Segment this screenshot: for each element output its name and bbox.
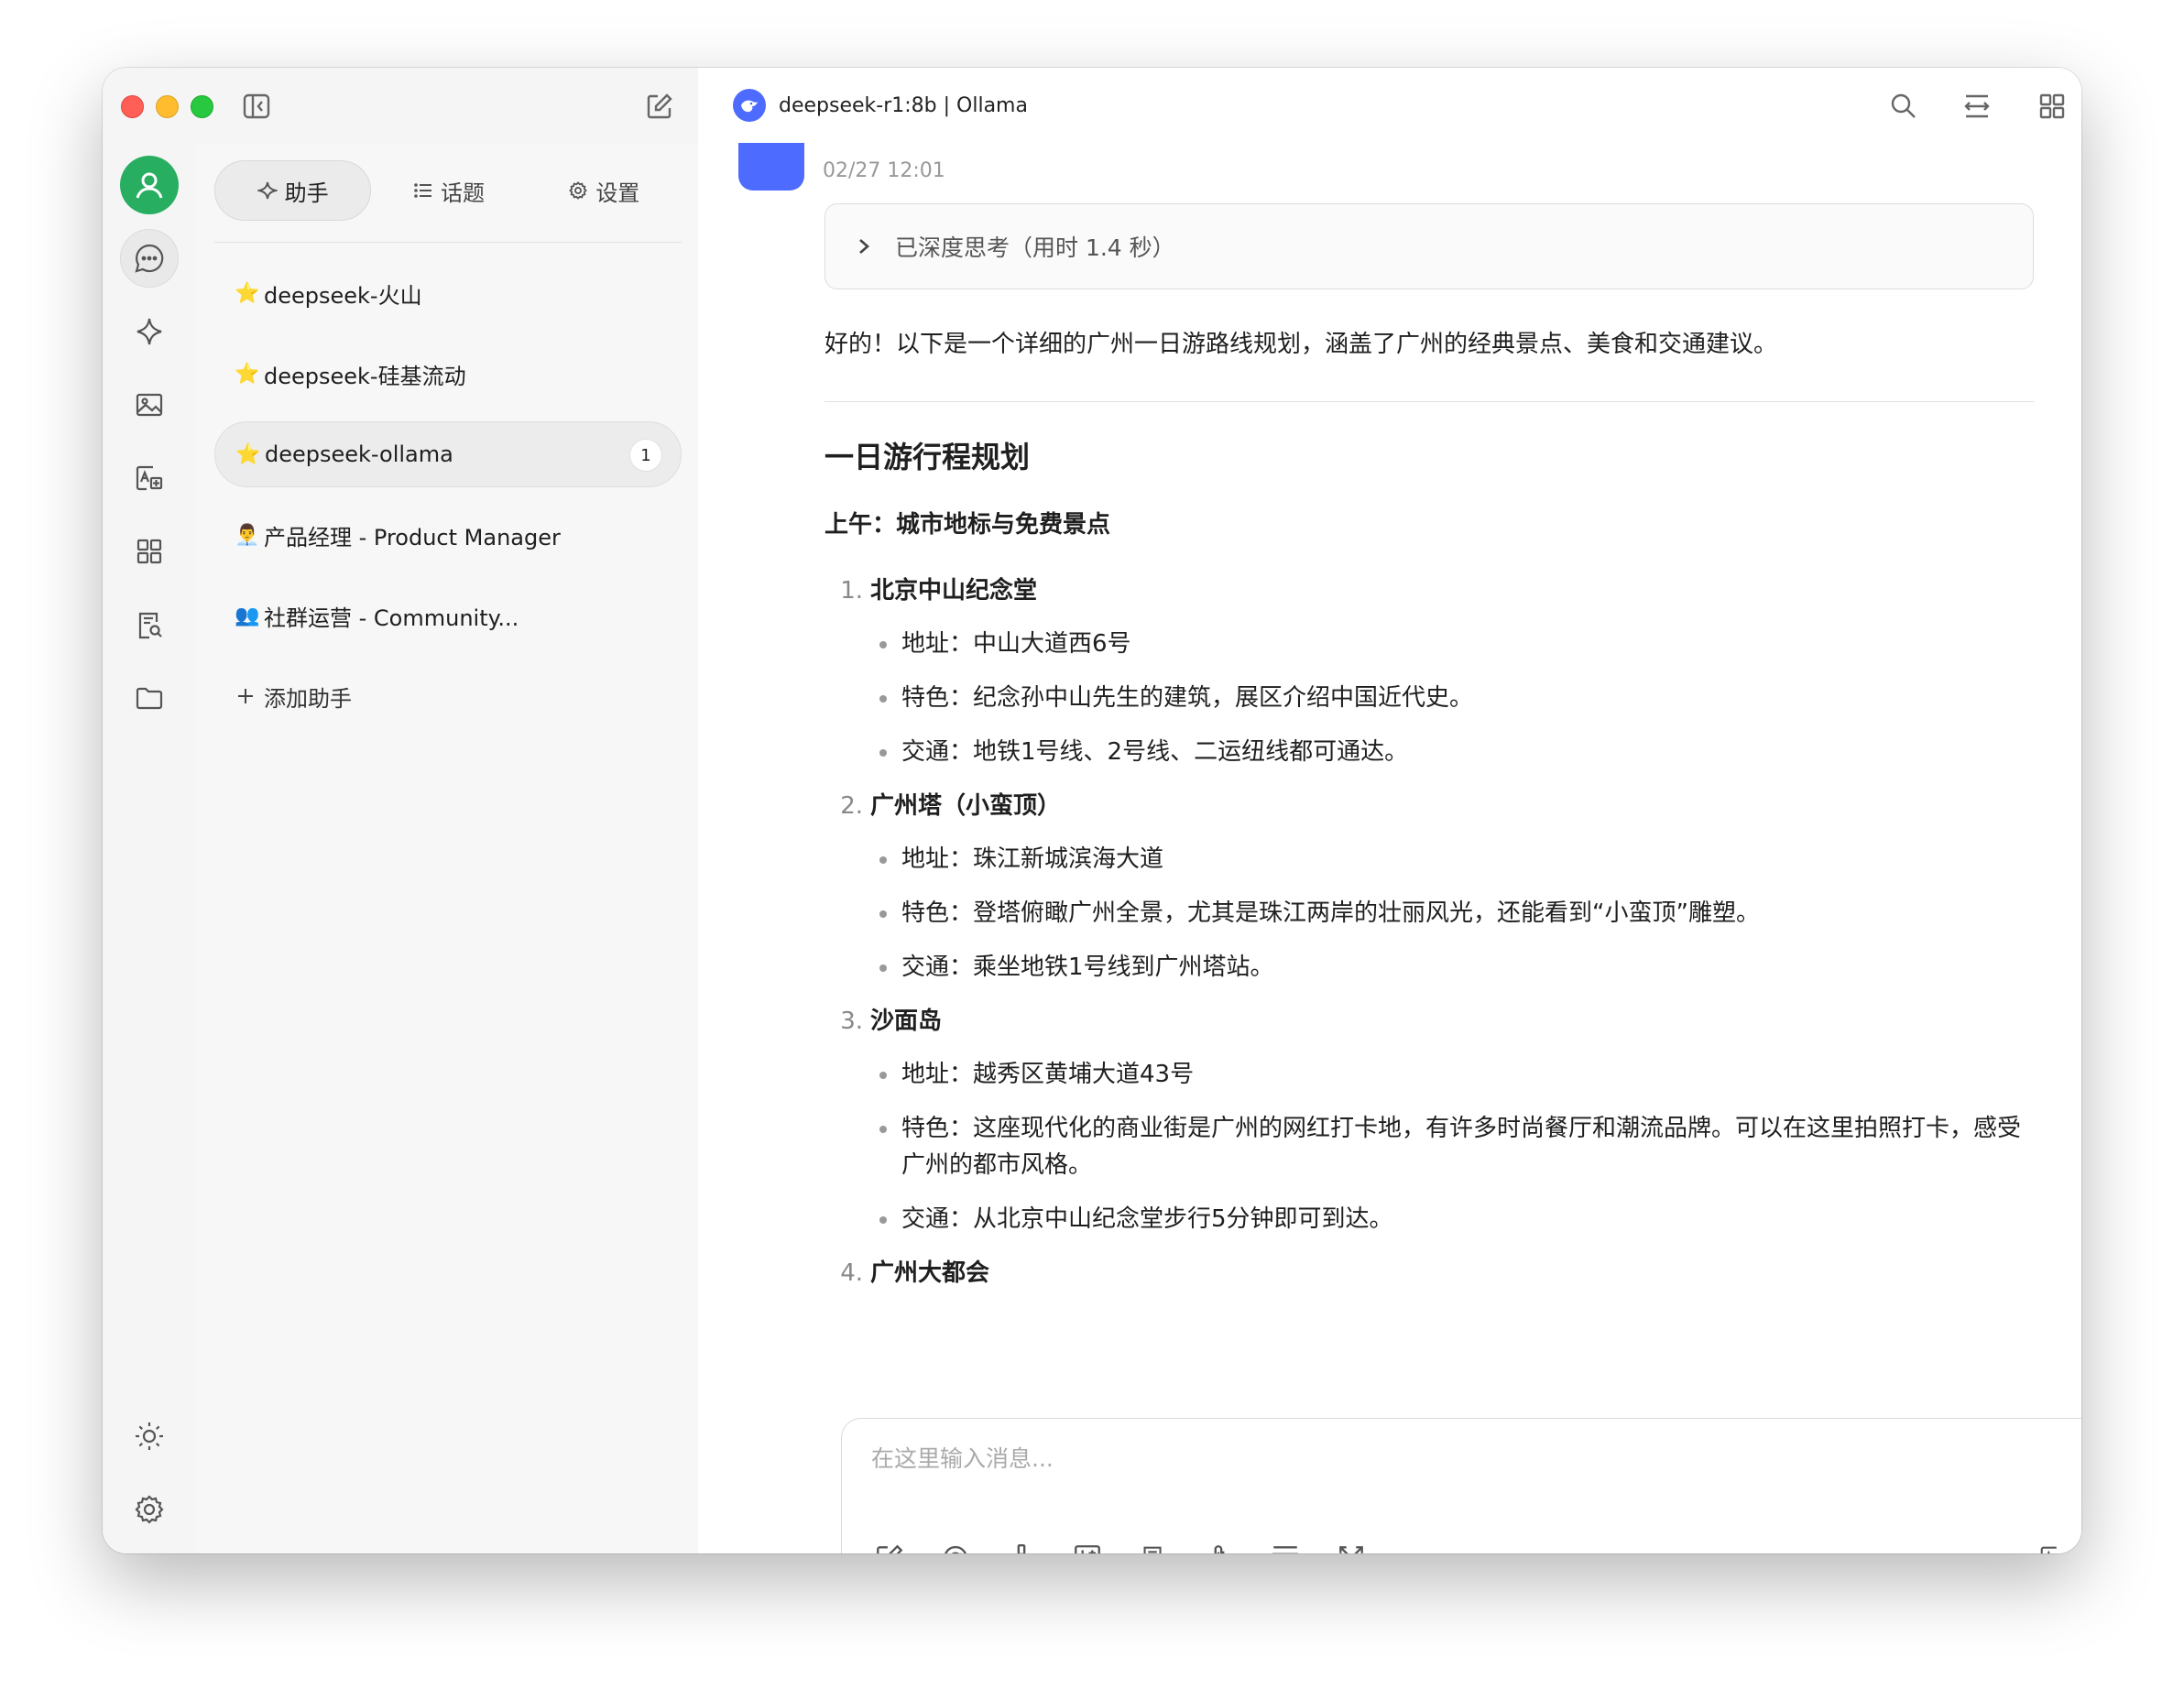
folder-icon[interactable] [120, 669, 179, 727]
star-icon: ⭐ [235, 362, 260, 386]
list-icon [414, 183, 431, 198]
list-item: 1. 北京中山纪念堂 [824, 572, 2034, 609]
thinking-label: 已深度思考（用时 1.4 秒） [895, 234, 1175, 261]
text-width-icon[interactable] [1263, 1536, 1307, 1553]
list-item: 交通：地铁1号线、2号线、二运纽线都可通达。 [876, 734, 2034, 770]
list-item: 特色：纪念孙中山先生的建筑，展区介绍中国近代史。 [876, 680, 2034, 716]
minimize-window-button[interactable] [156, 95, 179, 118]
list-item: 特色：登塔俯瞰广州全景，尤其是珠江两岸的壮丽风光，还能看到“小蛮顶”雕塑。 [876, 895, 2034, 932]
apps-grid-icon[interactable] [2034, 88, 2070, 125]
chevron-right-icon [859, 239, 869, 254]
assistant-list: ⭐ deepseek-火山 ⭐ deepseek-硅基流动 ⭐ deepseek… [214, 260, 682, 744]
message-input[interactable] [869, 1439, 2081, 1498]
image-icon[interactable] [120, 376, 179, 434]
message-timestamp: 02/27 12:01 [823, 159, 945, 182]
app-window: deepseek-r1:8b | Ollama 助手 话题 设置 ⭐ deeps… [103, 68, 2081, 1553]
close-window-button[interactable] [121, 95, 144, 118]
assistant-label: deepseek-火山 [264, 282, 422, 309]
list-item: 2. 广州塔（小蛮顶） [824, 788, 2034, 824]
list-item: 4. 广州大都会 [824, 1255, 2034, 1291]
assistant-label: deepseek-硅基流动 [264, 363, 466, 389]
list-item: 3. 沙面岛 [824, 1003, 2034, 1040]
deepseek-logo-icon [733, 89, 766, 122]
star-icon: ⭐ [235, 281, 260, 305]
chat-title: deepseek-r1:8b | Ollama [733, 86, 1028, 125]
star-icon: ⭐ [235, 442, 261, 466]
spot-name: 沙面岛 [870, 1008, 943, 1035]
attachment-paperclip-icon[interactable] [1197, 1536, 1241, 1553]
knowledge-search-icon[interactable] [1131, 1536, 1175, 1553]
search-icon[interactable] [1885, 88, 1922, 125]
assistant-item-deepseek-huoshan[interactable]: ⭐ deepseek-火山 [214, 260, 682, 326]
people-emoji-icon: 👥 [235, 604, 260, 627]
settings-gear-icon[interactable] [120, 1480, 179, 1539]
spot-details: 地址：珠江新城滨海大道 特色：登塔俯瞰广州全景，尤其是珠江两岸的壮丽风光，还能看… [876, 841, 2034, 986]
list-item: 地址：珠江新城滨海大道 [876, 841, 2034, 877]
mention-at-icon[interactable] [934, 1536, 977, 1553]
divider [824, 401, 2034, 402]
list-item: 地址：越秀区黄埔大道43号 [876, 1056, 2034, 1093]
spot-name: 广州大都会 [870, 1259, 990, 1287]
assistant-item-product-manager[interactable]: 👨‍💼 产品经理 - Product Manager [214, 502, 682, 568]
tab-topics-label: 话题 [440, 180, 485, 206]
assistant-item-deepseek-ollama[interactable]: ⭐ deepseek-ollama 1 [214, 421, 682, 487]
tab-settings-label: 设置 [595, 180, 640, 206]
chat-area: 02/27 12:01 已深度思考（用时 1.4 秒） 好的！以下是一个详细的广… [698, 143, 2081, 1553]
theme-sun-icon[interactable] [120, 1407, 179, 1466]
list-item: 交通：乘坐地铁1号线到广州塔站。 [876, 949, 2034, 986]
spot-details: 地址：越秀区黄埔大道43号 特色：这座现代化的商业街是广州的网红打卡地，有许多时… [876, 1056, 2034, 1237]
sparkle-icon [257, 181, 278, 200]
topic-count-badge: 1 [629, 439, 662, 472]
knowledge-base-icon[interactable] [120, 595, 179, 654]
icon-rail [103, 143, 196, 1553]
title-bar: deepseek-r1:8b | Ollama [103, 68, 2081, 143]
expand-fullscreen-icon[interactable] [1329, 1536, 1373, 1553]
message-heading: 一日游行程规划 [824, 440, 1031, 474]
thinking-collapse[interactable]: 已深度思考（用时 1.4 秒） [824, 203, 2034, 289]
assistant-label: deepseek-ollama [265, 441, 453, 467]
message-input-box [841, 1418, 2081, 1553]
list-item: 交通：从北京中山纪念堂步行5分钟即可到达。 [876, 1201, 2034, 1237]
maximize-window-button[interactable] [191, 95, 213, 118]
narrow-mode-icon[interactable] [1959, 88, 1995, 125]
settings-sliders-icon[interactable] [1065, 1536, 1109, 1553]
assistant-item-deepseek-siliconflow[interactable]: ⭐ deepseek-硅基流动 [214, 341, 682, 407]
chat-icon[interactable] [120, 229, 179, 288]
assistant-item-community[interactable]: 👥 社群运营 - Community... [214, 583, 682, 648]
chat-title-text: deepseek-r1:8b | Ollama [779, 93, 1028, 117]
spot-name: 北京中山纪念堂 [870, 577, 1038, 605]
tab-settings[interactable]: 设置 [527, 160, 682, 221]
list-item: 特色：这座现代化的商业街是广州的网红打卡地，有许多时尚餐厅和潮流品牌。可以在这里… [876, 1110, 2034, 1183]
list-item: 地址：中山大道西6号 [876, 626, 2034, 662]
user-avatar[interactable] [120, 156, 179, 214]
manager-emoji-icon: 👨‍💼 [235, 523, 260, 547]
clear-context-broom-icon[interactable] [999, 1536, 1043, 1553]
mini-apps-icon[interactable] [120, 522, 179, 581]
sparkle-agents-icon[interactable] [120, 302, 179, 361]
message-content: 好的！以下是一个详细的广州一日游路线规划，涵盖了广州的经典景点、美食和交通建议。… [824, 326, 2034, 1308]
message-section: 上午：城市地标与免费景点 [824, 511, 1111, 539]
panel-divider [214, 242, 682, 243]
assistants-panel: 助手 话题 设置 ⭐ deepseek-火山 ⭐ deepseek-硅基流动 ⭐ [196, 143, 699, 1553]
panel-tabs: 助手 话题 设置 [214, 159, 682, 222]
message-intro: 好的！以下是一个详细的广州一日游路线规划，涵盖了广州的经典景点、美食和交通建议。 [824, 331, 1778, 358]
tab-topics[interactable]: 话题 [371, 160, 526, 221]
add-assistant-label: 添加助手 [264, 685, 352, 712]
tab-assistants[interactable]: 助手 [214, 160, 372, 221]
translate-input-icon[interactable] [2031, 1536, 2075, 1553]
new-topic-icon[interactable] [868, 1536, 912, 1553]
tab-assistants-label: 助手 [284, 180, 329, 206]
assistant-avatar [738, 143, 804, 191]
assistant-label: 产品经理 - Product Manager [264, 524, 561, 550]
toggle-sidebar-icon[interactable] [238, 88, 275, 125]
new-chat-icon[interactable] [641, 88, 678, 125]
plus-icon [235, 685, 264, 707]
add-assistant-button[interactable]: 添加助手 [214, 663, 682, 729]
assistant-label: 社群运营 - Community... [264, 605, 519, 631]
translate-icon[interactable] [120, 449, 179, 507]
spot-name: 广州塔（小蛮顶） [870, 792, 1062, 820]
spot-details: 地址：中山大道西6号 特色：纪念孙中山先生的建筑，展区介绍中国近代史。 交通：地… [876, 626, 2034, 770]
gear-icon [569, 181, 588, 200]
